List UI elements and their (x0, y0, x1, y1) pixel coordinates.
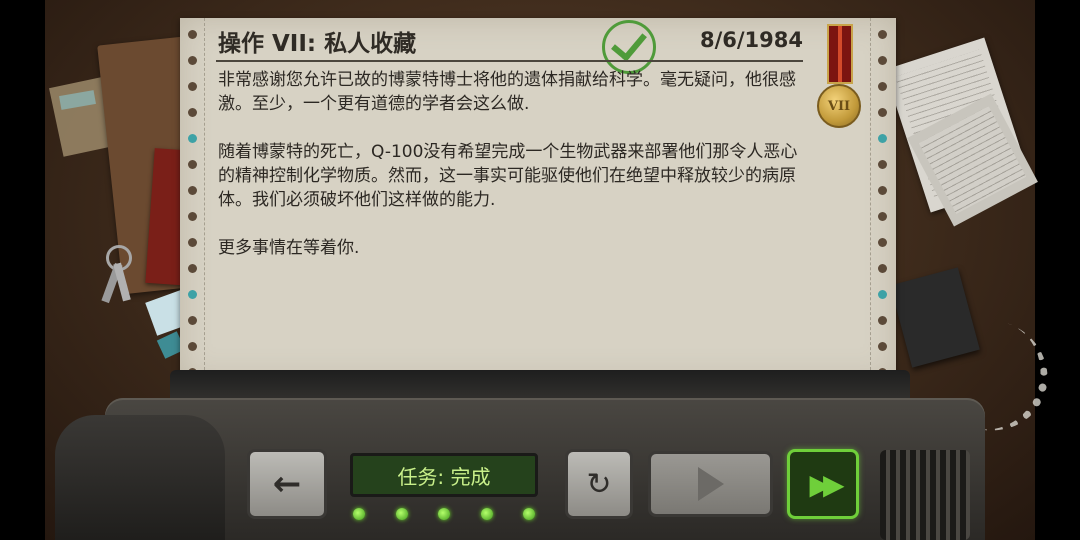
punch-hole (188, 56, 197, 65)
punch-hole (878, 212, 887, 221)
punch-hole (878, 290, 887, 299)
refresh-icon: ↻ (586, 466, 612, 502)
mission-briefing: 非常感谢您允许已故的博蒙特博士将他的遗体捐献给科学。毫无疑问，他很感激。至少，一… (218, 68, 803, 284)
punch-hole (878, 264, 887, 273)
fast-forward-icon: ▶▶ (809, 467, 844, 501)
status-leds (350, 508, 538, 522)
punch-hole (878, 108, 887, 117)
punch-hole (188, 134, 197, 143)
status-led (395, 508, 408, 520)
phone-handset (55, 415, 225, 540)
letterbox-left (0, 0, 45, 540)
keys-icon (100, 245, 135, 305)
speaker-grille (880, 450, 970, 540)
status-led (438, 508, 450, 520)
punch-hole (878, 82, 887, 91)
mission-title: 操作 VII: 私人收藏 (218, 31, 417, 57)
punch-hole (878, 316, 887, 325)
punch-hole (878, 238, 887, 247)
medal-ribbon (827, 24, 853, 84)
punch-hole (878, 186, 887, 195)
punch-hole (878, 56, 887, 65)
punch-hole (188, 30, 197, 39)
status-led (523, 508, 535, 520)
punch-hole (188, 316, 197, 325)
game-screen: 操作 VII: 私人收藏 8/6/1984 VII 非常感谢您允许已故的博蒙特博… (0, 0, 1080, 540)
back-button[interactable]: ← (247, 449, 327, 519)
mission-printout: 操作 VII: 私人收藏 8/6/1984 VII 非常感谢您允许已故的博蒙特博… (180, 18, 896, 380)
punch-hole (878, 342, 887, 351)
fast-forward-button[interactable]: ▶▶ (787, 449, 859, 519)
punch-hole (188, 186, 197, 195)
title-divider (216, 60, 803, 62)
punch-hole (188, 212, 197, 221)
play-icon (697, 467, 724, 501)
play-button[interactable] (648, 451, 773, 517)
status-display: 任务: 完成 (350, 453, 538, 497)
status-led (480, 508, 493, 520)
status-led (353, 508, 365, 520)
punch-hole (188, 238, 197, 247)
mission-date: 8/6/1984 (699, 28, 803, 52)
punch-hole (188, 264, 197, 273)
punch-hole (878, 134, 887, 143)
letterbox-right (1035, 0, 1080, 540)
punch-hole (878, 30, 887, 39)
tractor-strip-left (180, 18, 206, 380)
arrow-left-icon: ← (272, 464, 302, 504)
medal-icon: VII (816, 24, 864, 134)
retry-button[interactable]: ↻ (565, 449, 633, 519)
punch-hole (878, 160, 887, 169)
tractor-strip-right (870, 18, 896, 380)
punch-hole (188, 160, 197, 169)
punch-hole (188, 290, 197, 299)
medal-coin: VII (817, 84, 861, 128)
printer-console (55, 370, 1020, 540)
briefing-paragraph: 非常感谢您允许已故的博蒙特博士将他的遗体捐献给科学。毫无疑问，他很感激。至少，一… (218, 70, 796, 114)
punch-hole (188, 108, 197, 117)
check-icon (602, 20, 656, 74)
briefing-paragraph: 随着博蒙特的死亡，Q-100没有希望完成一个生物武器来部署他们那令人恶心的精神控… (218, 142, 798, 210)
punch-hole (188, 82, 197, 91)
punch-hole (188, 342, 197, 351)
briefing-paragraph: 更多事情在等着你. (218, 238, 360, 258)
